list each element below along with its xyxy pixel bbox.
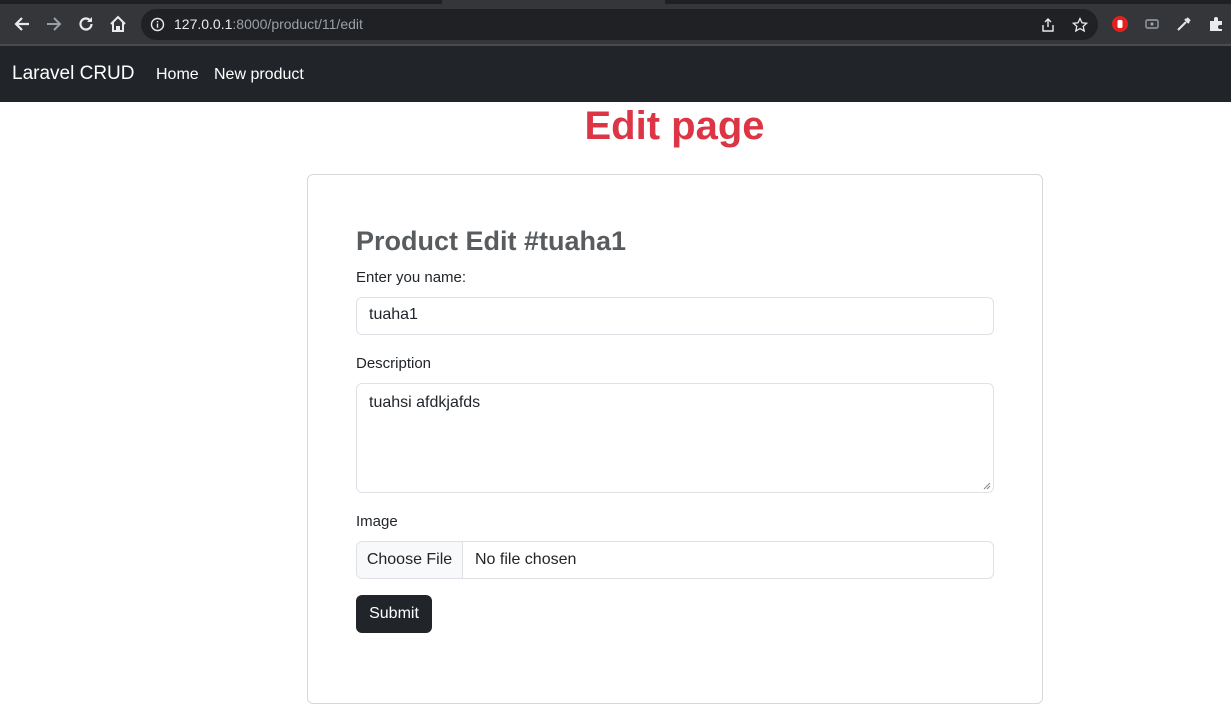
url-text[interactable]: 127.0.0.1:8000/product/11/edit [174,16,363,32]
nav-link-home[interactable]: Home [156,66,199,84]
file-status: No file chosen [475,551,577,568]
url-path: :8000/product/11/edit [232,16,363,32]
address-bar[interactable]: 127.0.0.1:8000/product/11/edit [141,9,1098,40]
reload-icon[interactable] [72,10,100,38]
name-label: Enter you name: [356,269,467,286]
name-input[interactable]: tuaha1 [356,297,994,335]
star-icon[interactable] [1070,15,1090,35]
back-icon[interactable] [8,10,36,38]
forward-icon[interactable] [40,10,68,38]
resize-handle-icon[interactable] [983,482,991,490]
home-icon[interactable] [104,10,132,38]
url-host: 127.0.0.1 [174,16,233,32]
description-label: Description [356,355,432,372]
description-textarea[interactable]: tuahsi afdkjafds [356,383,994,493]
adblock-extension-icon[interactable] [1110,14,1130,34]
submit-button[interactable]: Submit [356,595,432,633]
eyedropper-extension-icon[interactable] [1174,14,1194,34]
image-label: Image [356,513,398,530]
choose-file-button[interactable]: Choose File [357,542,463,578]
site-navbar: Laravel CRUD Home New product [0,46,1231,102]
name-input-value: tuaha1 [369,306,418,323]
navbar-brand[interactable]: Laravel CRUD [12,63,134,85]
image-file-input[interactable]: Choose File No file chosen [356,541,994,579]
edit-form-card: Product Edit #tuaha1 Enter you name: tua… [307,174,1043,704]
media-extension-icon[interactable] [1142,14,1162,34]
share-icon[interactable] [1038,15,1058,35]
browser-toolbar: 127.0.0.1:8000/product/11/edit [0,4,1231,44]
info-icon[interactable] [150,17,165,37]
extensions-puzzle-icon[interactable] [1206,14,1226,34]
page-title: Edit page [584,104,765,148]
form-heading: Product Edit #tuaha1 [356,226,627,256]
description-value: tuahsi afdkjafds [369,394,481,411]
nav-link-new-product[interactable]: New product [214,66,304,84]
